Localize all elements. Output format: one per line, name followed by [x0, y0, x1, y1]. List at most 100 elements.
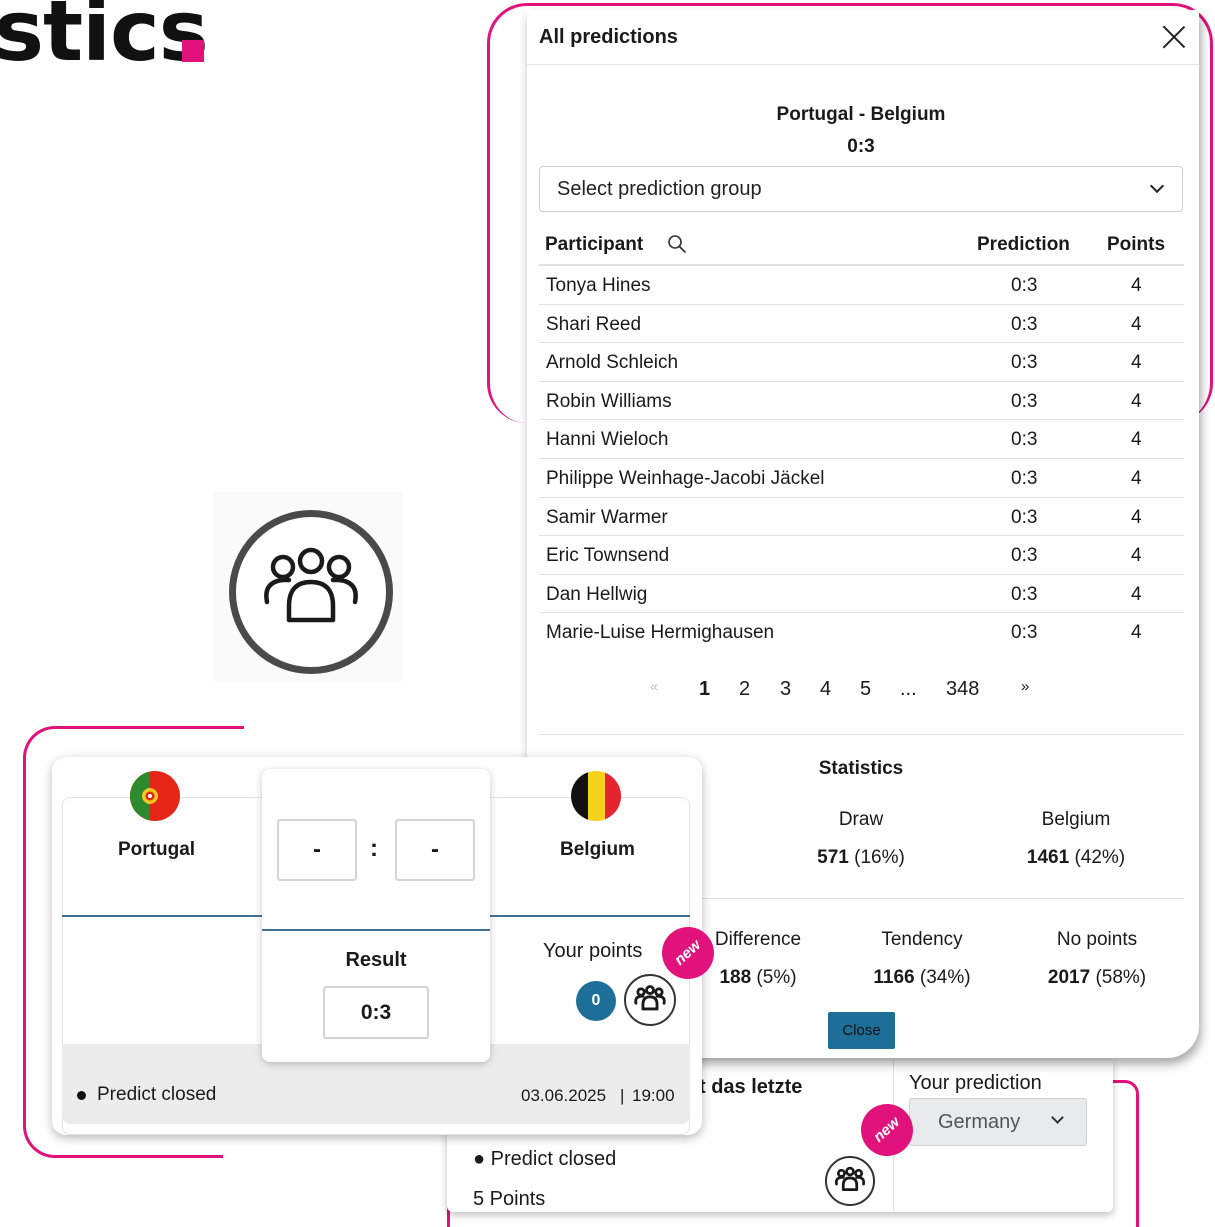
your-points-label: Your points — [543, 940, 643, 962]
table-row: Marie-Luise Hermighausen 0:3 4 — [539, 613, 1184, 652]
prediction-value: 0:3 — [1011, 467, 1038, 489]
participant-name: Marie-Luise Hermighausen — [546, 622, 775, 644]
table-row: Tonya Hines 0:3 4 — [539, 266, 1184, 305]
prediction-value: 0:3 — [1011, 390, 1038, 412]
match-time: 19:00 — [632, 1086, 675, 1105]
close-icon[interactable] — [1159, 22, 1189, 52]
pagination-next[interactable]: » — [1021, 678, 1029, 695]
stat-label: Tendency — [881, 929, 963, 950]
divider — [262, 929, 490, 931]
card-title: t das letzte — [699, 1076, 803, 1098]
close-button[interactable]: Close — [828, 1012, 895, 1049]
column-prediction: Prediction — [977, 234, 1070, 255]
prediction-value: 0:3 — [1011, 545, 1038, 567]
search-icon[interactable] — [667, 234, 687, 254]
participant-name: Shari Reed — [546, 313, 642, 335]
group-icon-button[interactable] — [624, 974, 676, 1026]
table-row: Hanni Wieloch 0:3 4 — [539, 420, 1184, 459]
points-value: 4 — [1131, 390, 1142, 412]
status-text: ● Predict closed — [473, 1148, 617, 1170]
pagination-page-4[interactable]: 4 — [820, 678, 831, 701]
points-value: 4 — [1131, 545, 1142, 567]
stat-away-win: Belgium 1461 (42%) — [991, 809, 1161, 869]
points-value: 4 — [1131, 313, 1142, 335]
portugal-flag-icon — [130, 771, 180, 821]
stat-label: Belgium — [1041, 809, 1111, 830]
prediction-value: 0:3 — [1011, 622, 1038, 644]
away-score-input[interactable]: - — [395, 819, 475, 881]
decorative-line — [60, 726, 244, 729]
participant-name: Samir Warmer — [546, 506, 668, 528]
group-icon-button[interactable] — [825, 1156, 875, 1206]
pagination-page-5[interactable]: 5 — [860, 678, 871, 701]
participant-name: Hanni Wieloch — [546, 429, 669, 451]
match-date: 03.06.2025 — [521, 1086, 607, 1105]
stat-draw: Draw 571 (16%) — [776, 809, 946, 869]
divider — [527, 64, 1199, 65]
home-score-input[interactable]: - — [277, 819, 357, 881]
match-score: 0:3 — [847, 136, 875, 157]
points-text: 5 Points — [473, 1188, 546, 1210]
pagination-page-last[interactable]: 348 — [946, 678, 979, 701]
modal-title: All predictions — [539, 26, 678, 48]
participant-name: Eric Townsend — [546, 545, 670, 567]
select-placeholder: Select prediction group — [557, 178, 762, 200]
prediction-group-select[interactable]: Select prediction group — [539, 166, 1183, 212]
table-row: Arnold Schleich 0:3 4 — [539, 343, 1184, 382]
points-value: 4 — [1131, 467, 1142, 489]
headline-accent-dot — [182, 40, 204, 62]
participant-name: Robin Williams — [546, 390, 672, 412]
points-value: 4 — [1131, 583, 1142, 605]
points-value: 4 — [1131, 429, 1142, 451]
stat-value: 1461 (42%) — [1026, 847, 1126, 868]
stat-value: 2017 (58%) — [1047, 967, 1147, 988]
chevron-down-icon — [1149, 178, 1165, 194]
pagination-page-2[interactable]: 2 — [739, 678, 750, 701]
column-points: Points — [1107, 234, 1166, 255]
result-label: Result — [345, 949, 407, 971]
prediction-select[interactable]: Germany — [909, 1098, 1087, 1146]
column-participant: Participant — [545, 234, 644, 255]
divider — [62, 915, 262, 917]
prediction-value: 0:3 — [1011, 352, 1038, 374]
prediction-value: 0:3 — [1011, 429, 1038, 451]
table-row: Philippe Weinhage-Jacobi Jäckel 0:3 4 — [539, 459, 1184, 498]
table-row: Eric Townsend 0:3 4 — [539, 536, 1184, 575]
prediction-value: 0:3 — [1011, 275, 1038, 296]
chevron-down-icon — [1051, 1111, 1064, 1124]
stat-tendency: Tendency 1166 (34%) — [837, 929, 1007, 989]
score-separator: : — [370, 835, 378, 862]
prediction-value: 0:3 — [1011, 506, 1038, 528]
group-icon-badge — [213, 492, 403, 682]
pagination-ellipsis: ... — [900, 678, 917, 700]
your-prediction-label: Your prediction — [909, 1072, 1042, 1094]
pagination-page-1[interactable]: 1 — [699, 678, 710, 701]
stat-value: 1166 (34%) — [873, 967, 971, 988]
decorative-line — [60, 1155, 170, 1158]
score-panel: - : - Result 0:3 — [262, 769, 490, 1062]
status-dot-icon — [77, 1091, 86, 1100]
participant-name: Tonya Hines — [546, 275, 651, 296]
match-title: Portugal - Belgium — [776, 104, 946, 125]
stat-label: No points — [1056, 929, 1138, 950]
group-icon — [229, 510, 393, 674]
prediction-value: 0:3 — [1011, 313, 1038, 335]
pagination-prev[interactable]: « — [650, 678, 658, 694]
table-row: Samir Warmer 0:3 4 — [539, 498, 1184, 537]
table-row: Dan Hellwig 0:3 4 — [539, 575, 1184, 614]
table-row: Robin Williams 0:3 4 — [539, 382, 1184, 421]
pagination-page-3[interactable]: 3 — [780, 678, 791, 701]
away-team-name: Belgium — [560, 839, 635, 860]
participant-name: Arnold Schleich — [546, 352, 679, 374]
points-badge: 0 — [576, 981, 616, 1021]
stat-value: 571 (16%) — [817, 847, 905, 868]
divider — [490, 915, 690, 917]
pagination: « 1 2 3 4 5 ... 348 » — [527, 678, 1199, 708]
table-header: Participant Prediction Points — [539, 226, 1184, 266]
belgium-flag-icon — [571, 771, 621, 821]
status-text: Predict closed — [97, 1084, 217, 1105]
page-headline: stics — [0, 0, 209, 80]
points-value: 4 — [1131, 275, 1142, 296]
participant-name: Dan Hellwig — [546, 583, 648, 605]
points-value: 4 — [1131, 352, 1142, 374]
